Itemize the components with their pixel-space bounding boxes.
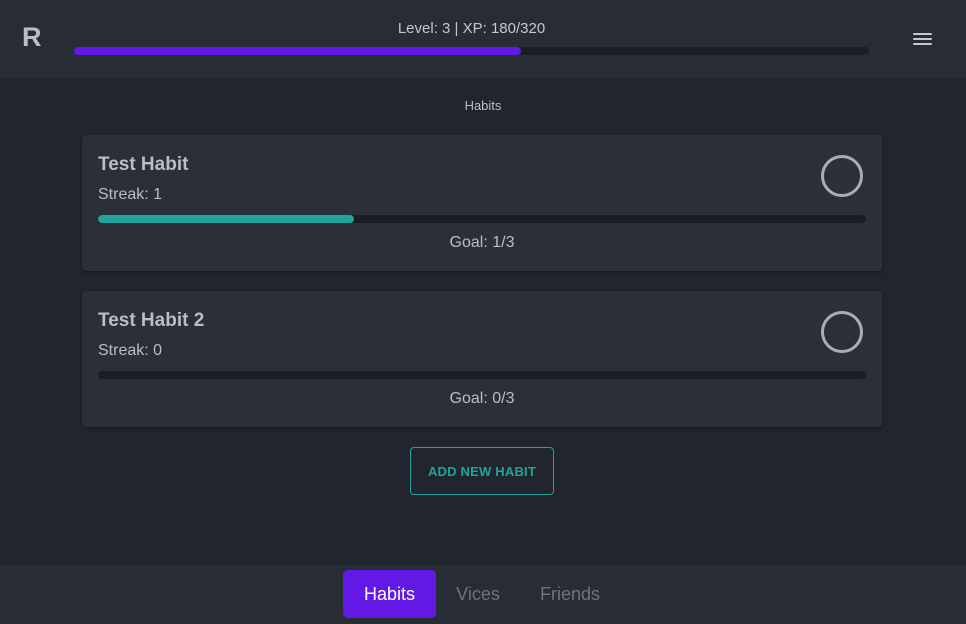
habit-goal: Goal: 0/3 (449, 390, 515, 407)
habit-goal: Goal: 1/3 (449, 234, 515, 251)
tab-habits[interactable]: Habits (343, 570, 436, 618)
xp-progress-bar (74, 47, 869, 55)
level-xp-text: Level: 3 | XP: 180/320 (397, 20, 546, 37)
habit-complete-checkbox[interactable] (821, 155, 863, 197)
habit-streak: Streak: 1 (98, 186, 163, 203)
habit-card: Test Habit 2 Streak: 0 Goal: 0/3 (82, 291, 882, 427)
habit-name: Test Habit 2 (98, 310, 205, 331)
tab-vices[interactable]: Vices (441, 570, 515, 618)
menu-line (912, 38, 932, 40)
habit-streak: Streak: 0 (98, 342, 163, 359)
habit-progress-bar (98, 371, 866, 379)
bottom-navigation: Habits Vices Friends (0, 565, 966, 624)
page-title: Habits (464, 98, 502, 113)
tab-friends[interactable]: Friends (525, 570, 615, 618)
top-bar: R Level: 3 | XP: 180/320 (0, 0, 966, 78)
menu-line (912, 33, 932, 35)
habit-progress-bar (98, 215, 866, 223)
habit-name: Test Habit (98, 154, 189, 175)
app-root: R Level: 3 | XP: 180/320 Habits Test Hab… (0, 0, 966, 624)
habit-progress-fill (98, 215, 354, 223)
xp-progress-fill (74, 47, 522, 55)
add-new-habit-button[interactable]: ADD NEW HABIT (410, 447, 554, 495)
habit-card: Test Habit Streak: 1 Goal: 1/3 (82, 135, 882, 271)
app-logo: R (22, 22, 42, 52)
menu-line (912, 43, 932, 45)
habit-complete-checkbox[interactable] (821, 311, 863, 353)
hamburger-menu-icon[interactable] (907, 26, 937, 52)
